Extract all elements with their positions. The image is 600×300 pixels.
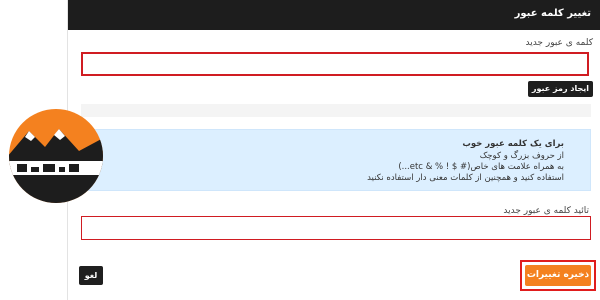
confirm-password-field[interactable] — [81, 216, 591, 240]
new-password-label: کلمه ی عبور جدید — [525, 38, 593, 48]
password-strength-bar — [81, 104, 591, 117]
tips-title: برای یک کلمه عبور خوب — [462, 139, 564, 149]
tips-line-2: به همراه علامت های خاص(# $ ! % & etc...) — [398, 162, 564, 172]
password-tips-box: برای یک کلمه عبور خوب از حروف بزرگ و کوچ… — [81, 129, 591, 191]
generate-password-button[interactable]: ایجاد رمز عبور — [527, 81, 593, 97]
site-logo-watermark — [9, 109, 103, 203]
tips-line-1: از حروف بزرگ و کوچک — [479, 151, 564, 161]
tips-line-3: استفاده کنید و همچنین از کلمات معنی دار … — [367, 173, 564, 183]
new-password-field[interactable] — [81, 52, 589, 76]
cancel-button[interactable]: لغو — [79, 266, 103, 285]
panel-header: تغییر کلمه عبور — [68, 0, 600, 30]
save-button-highlight: ذخیره تغییرات — [520, 260, 596, 291]
panel-title: تغییر کلمه عبور — [514, 8, 591, 19]
save-button[interactable]: ذخیره تغییرات — [525, 265, 591, 286]
change-password-panel: تغییر کلمه عبور کلمه ی عبور جدید ایجاد ر… — [67, 0, 600, 300]
confirm-password-label: تائید کلمه ی عبور جدید — [503, 206, 589, 216]
